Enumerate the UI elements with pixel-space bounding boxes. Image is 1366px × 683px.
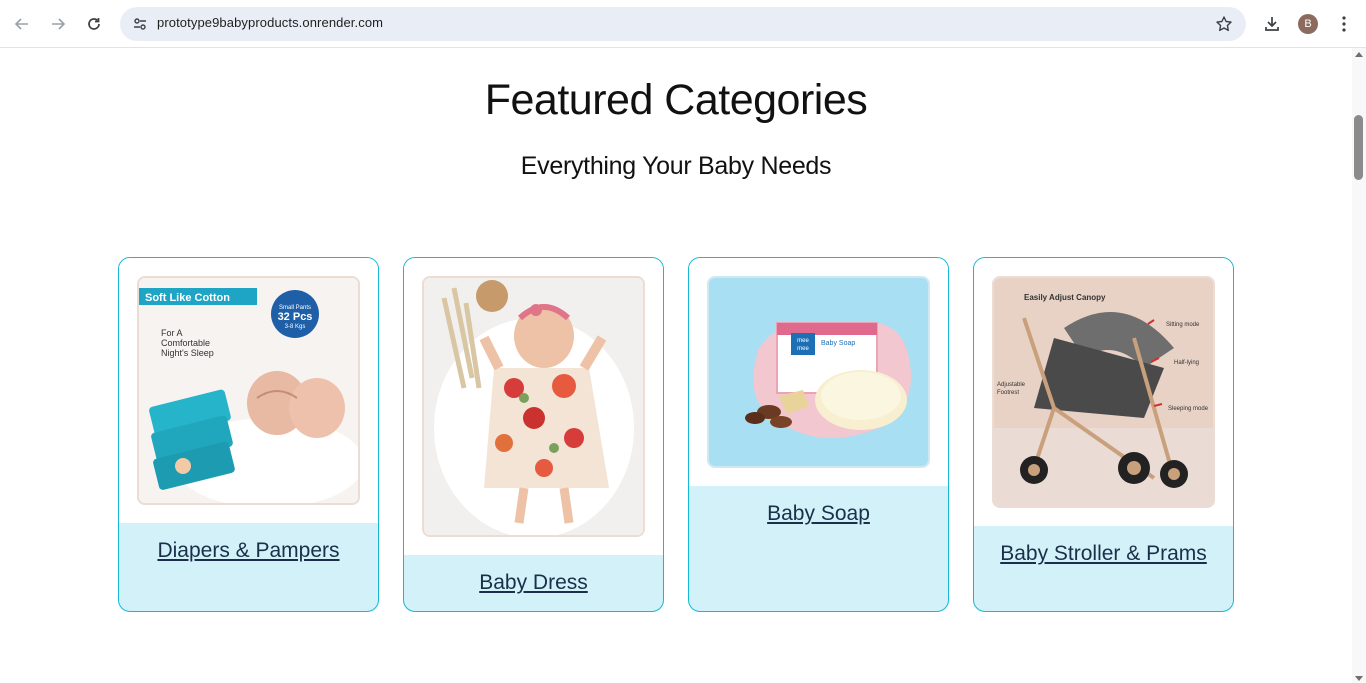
card-image-area bbox=[404, 258, 663, 555]
browser-toolbar: prototype9babyproducts.onrender.com B bbox=[0, 0, 1366, 48]
baby-dress-image[interactable] bbox=[422, 276, 645, 537]
svg-text:Sleeping mode: Sleeping mode bbox=[1168, 406, 1209, 412]
download-icon[interactable] bbox=[1258, 10, 1286, 38]
section-title: Featured Categories bbox=[484, 76, 868, 124]
page-viewport: Featured Categories Everything Your Baby… bbox=[0, 48, 1352, 683]
forward-icon[interactable] bbox=[44, 10, 72, 38]
svg-text:Night's Sleep: Night's Sleep bbox=[161, 348, 214, 358]
site-info-icon[interactable] bbox=[128, 12, 152, 36]
scroll-down-arrow-icon[interactable] bbox=[1355, 676, 1363, 681]
svg-text:Half-lying: Half-lying bbox=[1174, 360, 1199, 366]
back-icon[interactable] bbox=[8, 10, 36, 38]
card-image-area: Easily Adjust Canopy Sitting mode Half-l… bbox=[974, 258, 1233, 526]
baby-stroller-image[interactable]: Easily Adjust Canopy Sitting mode Half-l… bbox=[992, 276, 1215, 508]
url-text[interactable]: prototype9babyproducts.onrender.com bbox=[157, 15, 383, 30]
category-card-baby-soap[interactable]: mee mee Baby Soap Baby Soap bbox=[688, 257, 949, 612]
baby-soap-image[interactable]: mee mee Baby Soap bbox=[707, 276, 930, 468]
bookmark-star-icon[interactable] bbox=[1214, 14, 1234, 34]
reload-icon[interactable] bbox=[80, 10, 108, 38]
svg-text:Sitting mode: Sitting mode bbox=[1166, 322, 1200, 328]
more-menu-icon[interactable] bbox=[1330, 10, 1358, 38]
category-link-diapers[interactable]: Diapers & Pampers bbox=[119, 539, 378, 563]
svg-text:3-8 Kgs: 3-8 Kgs bbox=[285, 324, 306, 330]
category-card-baby-dress[interactable]: Baby Dress bbox=[403, 257, 664, 612]
category-link-baby-stroller[interactable]: Baby Stroller & Prams bbox=[974, 542, 1233, 566]
svg-text:32 Pcs: 32 Pcs bbox=[278, 311, 313, 323]
svg-text:Baby Soap: Baby Soap bbox=[821, 340, 855, 347]
card-image-area: mee mee Baby Soap bbox=[689, 258, 948, 486]
scroll-thumb[interactable] bbox=[1354, 115, 1363, 180]
category-link-baby-dress[interactable]: Baby Dress bbox=[404, 571, 663, 595]
svg-text:mee: mee bbox=[797, 346, 809, 352]
card-image-area: Soft Like Cotton Small Pants 32 Pcs 3-8 … bbox=[119, 258, 378, 523]
section-subtitle: Everything Your Baby Needs bbox=[520, 152, 832, 180]
svg-text:Footrest: Footrest bbox=[997, 390, 1019, 396]
svg-text:mee: mee bbox=[797, 338, 809, 344]
category-card-diapers[interactable]: Soft Like Cotton Small Pants 32 Pcs 3-8 … bbox=[118, 257, 379, 612]
svg-text:Comfortable: Comfortable bbox=[161, 338, 210, 348]
svg-text:Easily Adjust Canopy: Easily Adjust Canopy bbox=[1024, 293, 1106, 302]
category-link-baby-soap[interactable]: Baby Soap bbox=[689, 502, 948, 526]
vertical-scrollbar[interactable] bbox=[1352, 48, 1366, 683]
diapers-image[interactable]: Soft Like Cotton Small Pants 32 Pcs 3-8 … bbox=[137, 276, 360, 505]
category-card-baby-stroller[interactable]: Easily Adjust Canopy Sitting mode Half-l… bbox=[973, 257, 1234, 612]
profile-avatar[interactable]: B bbox=[1298, 14, 1318, 34]
svg-text:For A: For A bbox=[161, 328, 183, 338]
address-bar[interactable]: prototype9babyproducts.onrender.com bbox=[120, 7, 1246, 41]
diapers-banner-text: Soft Like Cotton bbox=[145, 292, 230, 304]
scroll-up-arrow-icon[interactable] bbox=[1355, 52, 1363, 57]
svg-text:Adjustable: Adjustable bbox=[997, 382, 1026, 388]
